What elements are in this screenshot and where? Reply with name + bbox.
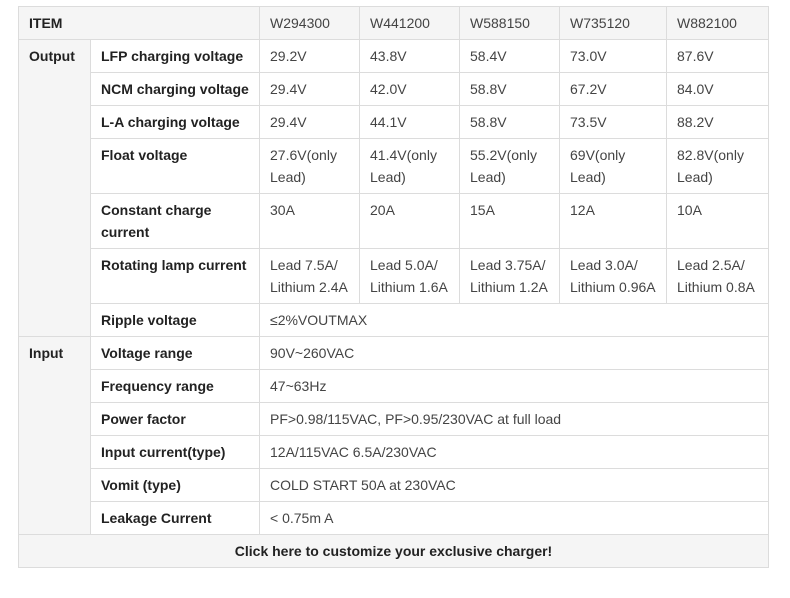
table-row: Rotating lamp current Lead 7.5A/ Lithium…: [19, 248, 770, 304]
cell-value: 58.4V: [459, 39, 561, 73]
table-row: Power factor PF>0.98/115VAC, PF>0.95/230…: [19, 402, 770, 436]
table-row: Input Voltage range 90V~260VAC: [18, 336, 770, 535]
spec-table: ITEM W294300 W441200 W588150 W735120 W88…: [17, 6, 770, 568]
cell-value: 82.8V(only Lead): [666, 138, 770, 194]
cell-value: 69V(only Lead): [559, 138, 668, 194]
row-label: Input current(type): [89, 435, 261, 469]
row-label: Rotating lamp current: [89, 248, 261, 304]
row-label: Power factor: [89, 402, 261, 436]
model-header: W882100: [666, 6, 770, 40]
cell-value: ≤2%VOUTMAX: [259, 303, 770, 337]
cell-value: 30A: [259, 193, 361, 249]
row-label: Float voltage: [89, 138, 261, 194]
cell-value: 67.2V: [559, 72, 668, 106]
cell-value: 27.6V(only Lead): [259, 138, 361, 194]
cell-value: 20A: [359, 193, 461, 249]
cell-value: 84.0V: [666, 72, 770, 106]
cell-value: 58.8V: [459, 105, 561, 139]
item-header: ITEM: [17, 6, 261, 40]
table-row: Frequency range 47~63Hz: [19, 369, 770, 403]
model-header: W441200: [359, 6, 461, 40]
cell-value: Lead 3.0A/ Lithium 0.96A: [559, 248, 668, 304]
row-label: Constant charge current: [89, 193, 261, 249]
cell-value: 29.4V: [259, 72, 361, 106]
cell-value: 12A/115VAC 6.5A/230VAC: [259, 435, 770, 469]
table-row: Vomit (type) COLD START 50A at 230VAC: [19, 468, 770, 502]
model-header: W735120: [559, 6, 668, 40]
cell-value: 44.1V: [359, 105, 461, 139]
table-row: Float voltage 27.6V(only Lead) 41.4V(onl…: [19, 138, 770, 194]
table-row: Constant charge current 30A 20A 15A 12A …: [19, 193, 770, 249]
cell-value: 88.2V: [666, 105, 770, 139]
cell-value: 42.0V: [359, 72, 461, 106]
cell-value: 58.8V: [459, 72, 561, 106]
output-group-label: Output: [18, 39, 91, 337]
table-row: NCM charging voltage 29.4V 42.0V 58.8V 6…: [19, 72, 770, 106]
cell-value: Lead 2.5A/ Lithium 0.8A: [666, 248, 770, 304]
cell-value: 90V~260VAC: [259, 336, 770, 370]
footer-row: Click here to customize your exclusive c…: [17, 534, 770, 568]
cell-value: 73.0V: [559, 39, 668, 73]
row-label: Vomit (type): [89, 468, 261, 502]
cell-value: Lead 7.5A/ Lithium 2.4A: [259, 248, 361, 304]
cell-value: 29.4V: [259, 105, 361, 139]
cell-value: 29.2V: [259, 39, 361, 73]
table-row: L-A charging voltage 29.4V 44.1V 58.8V 7…: [19, 105, 770, 139]
row-label: Frequency range: [89, 369, 261, 403]
cell-value: 43.8V: [359, 39, 461, 73]
cell-value: 41.4V(only Lead): [359, 138, 461, 194]
row-label: L-A charging voltage: [89, 105, 261, 139]
customize-charger-link[interactable]: Click here to customize your exclusive c…: [17, 534, 770, 568]
table-row: Input current(type) 12A/115VAC 6.5A/230V…: [19, 435, 770, 469]
cell-value: Lead 5.0A/ Lithium 1.6A: [359, 248, 461, 304]
table-row: Output LFP charging voltage 29.2V 43.8V …: [18, 39, 770, 337]
cell-value: < 0.75m A: [259, 501, 770, 535]
row-label: Ripple voltage: [89, 303, 261, 337]
cell-value: Lead 3.75A/ Lithium 1.2A: [459, 248, 561, 304]
cell-value: COLD START 50A at 230VAC: [259, 468, 770, 502]
header-row: ITEM W294300 W441200 W588150 W735120 W88…: [17, 6, 770, 40]
cell-value: PF>0.98/115VAC, PF>0.95/230VAC at full l…: [259, 402, 770, 436]
row-label: Leakage Current: [89, 501, 261, 535]
cell-value: 47~63Hz: [259, 369, 770, 403]
row-label: NCM charging voltage: [89, 72, 261, 106]
cell-value: 15A: [459, 193, 561, 249]
row-label: Voltage range: [89, 336, 261, 370]
table-row: Leakage Current < 0.75m A: [19, 501, 770, 535]
cell-value: 55.2V(only Lead): [459, 138, 561, 194]
cell-value: 12A: [559, 193, 668, 249]
cell-value: 10A: [666, 193, 770, 249]
cell-value: 73.5V: [559, 105, 668, 139]
model-header: W588150: [459, 6, 561, 40]
cell-value: 87.6V: [666, 39, 770, 73]
input-group-label: Input: [18, 336, 91, 535]
row-label: LFP charging voltage: [89, 39, 261, 73]
model-header: W294300: [259, 6, 361, 40]
table-row: Ripple voltage ≤2%VOUTMAX: [19, 303, 770, 337]
